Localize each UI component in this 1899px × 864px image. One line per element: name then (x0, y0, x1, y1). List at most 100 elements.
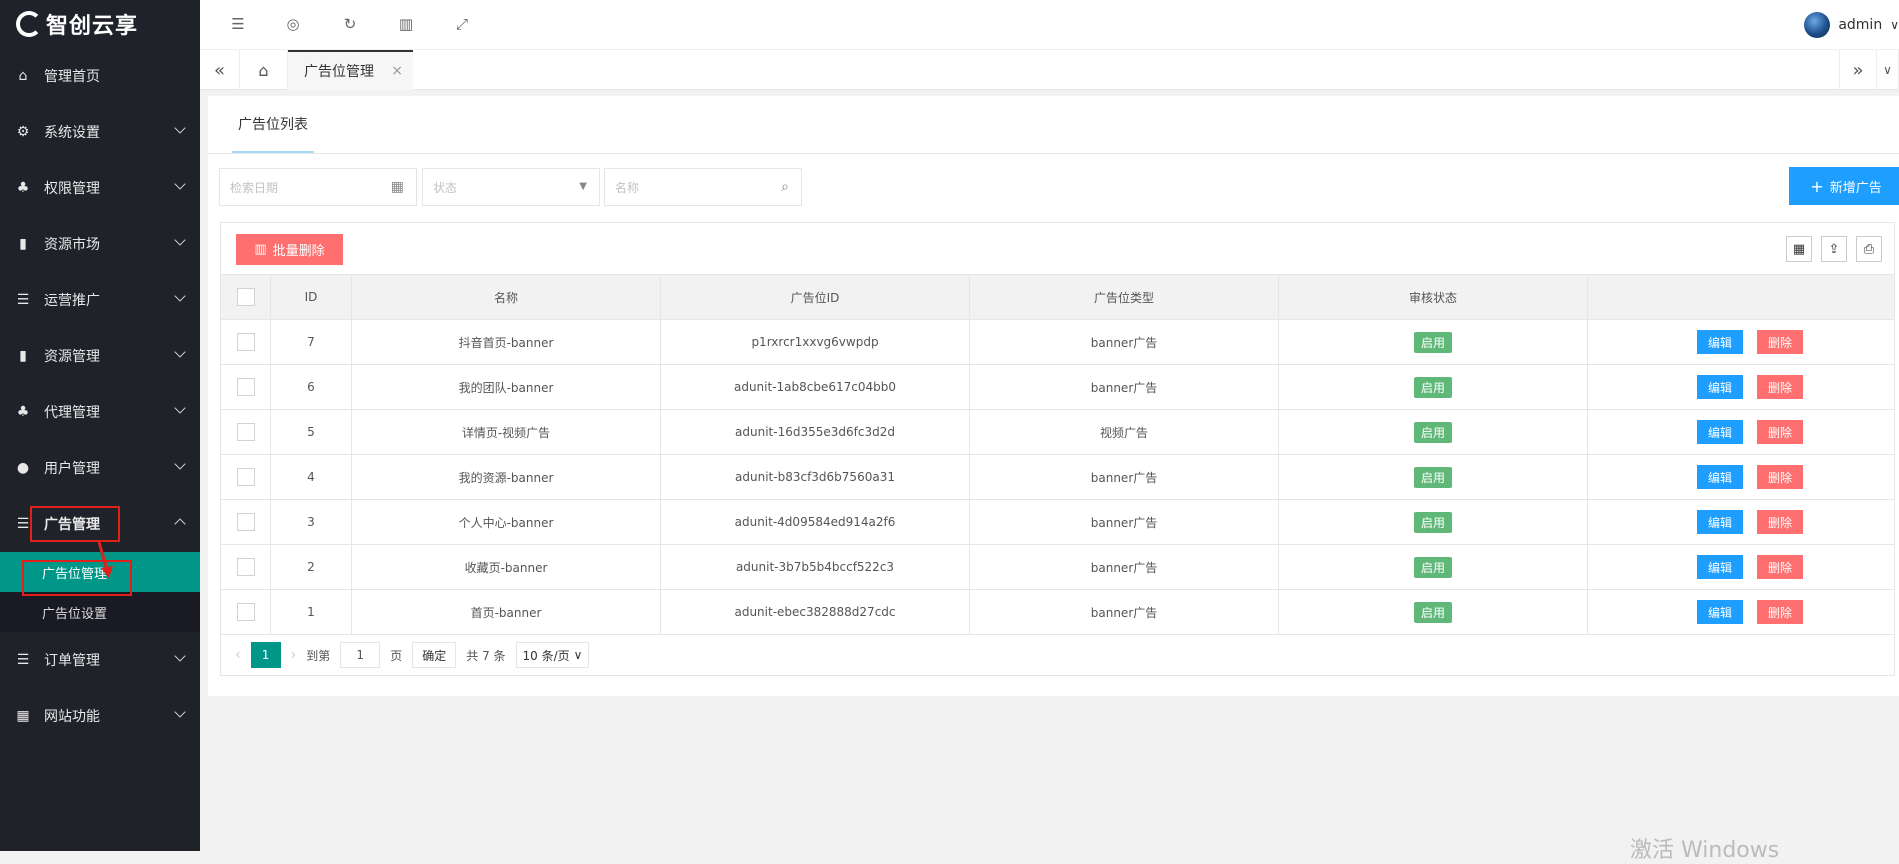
name-search-input[interactable]: 名称 ⌕ (604, 168, 802, 206)
edit-button[interactable]: 编辑 (1697, 330, 1743, 354)
table-row: 4 我的资源-banner adunit-b83cf3d6b7560a31 banne… (221, 455, 1894, 500)
cell-actions: 编辑 删除 (1588, 590, 1894, 634)
goto-confirm-button[interactable]: 确定 (412, 642, 457, 668)
prev-page-icon[interactable]: ‹ (235, 647, 241, 663)
calendar-icon: ▦ (390, 179, 404, 195)
header-name[interactable]: 名称 (352, 275, 661, 319)
trash-icon[interactable]: ▥ (396, 14, 416, 34)
avatar (1804, 12, 1831, 38)
delete-button[interactable]: 删除 (1757, 555, 1803, 579)
header-type[interactable]: 广告位类型 (970, 275, 1279, 319)
cell-status: 启用 (1279, 410, 1588, 454)
sidebar-item-resources[interactable]: ▮ 资源管理 (0, 328, 200, 384)
sidebar-item-operations[interactable]: ☰ 运营推广 (0, 272, 200, 328)
row-checkbox[interactable] (236, 513, 255, 531)
logo-icon (16, 11, 42, 37)
add-ad-button[interactable]: + 新增广告 (1789, 167, 1899, 205)
search-icon[interactable]: ⌕ (781, 179, 789, 195)
page-number-current[interactable]: 1 (250, 642, 281, 668)
goto-page-input[interactable]: 1 (340, 642, 381, 668)
status-badge: 启用 (1413, 331, 1452, 353)
page-tabs-bar: « ⌂ 广告位管理 × » ∨ (200, 50, 1899, 90)
chevron-down-icon (174, 234, 186, 246)
total-count: 共 7 条 (466, 648, 506, 663)
delete-button[interactable]: 删除 (1757, 330, 1803, 354)
next-page-icon[interactable]: › (291, 647, 297, 663)
header-status[interactable]: 审核状态 (1279, 275, 1588, 319)
cell-id: 7 (271, 320, 352, 364)
row-checkbox[interactable] (236, 603, 255, 621)
cell-status: 启用 (1279, 320, 1588, 364)
sidebar-item-resource-market[interactable]: ▮ 资源市场 (0, 216, 200, 272)
chevron-up-icon (174, 518, 186, 530)
delete-button[interactable]: 删除 (1757, 510, 1803, 534)
sitemap-icon: ♣ (16, 404, 30, 420)
refresh-icon[interactable]: ↻ (340, 14, 360, 34)
add-ad-label: 新增广告 (1829, 180, 1882, 196)
status-select[interactable]: 状态 ▼ (422, 168, 600, 206)
sidebar-item-site-features[interactable]: ▦ 网站功能 (0, 688, 200, 744)
tab-label: 广告位管理 (304, 64, 374, 80)
delete-button[interactable]: 删除 (1757, 420, 1803, 444)
print-icon[interactable]: ⎙ (1856, 236, 1882, 262)
edit-button[interactable]: 编辑 (1697, 375, 1743, 399)
close-icon[interactable]: × (391, 63, 403, 79)
select-all-checkbox[interactable] (236, 288, 255, 306)
globe-icon[interactable]: ◎ (283, 14, 303, 34)
sidebar-item-home[interactable]: ⌂ 管理首页 (0, 48, 200, 104)
sidebar-item-users[interactable]: ● 用户管理 (0, 440, 200, 496)
sidebar-item-permissions[interactable]: ♣ 权限管理 (0, 160, 200, 216)
header-actions (1588, 275, 1894, 319)
header-ad-id[interactable]: 广告位ID (661, 275, 970, 319)
fullscreen-icon[interactable]: ⤢ (452, 14, 472, 34)
brand-logo[interactable]: 智创云享 (0, 0, 200, 48)
edit-button[interactable]: 编辑 (1697, 600, 1743, 624)
sidebar-item-agents[interactable]: ♣ 代理管理 (0, 384, 200, 440)
edit-button[interactable]: 编辑 (1697, 510, 1743, 534)
row-checkbox[interactable] (236, 558, 255, 576)
username: admin (1838, 17, 1883, 33)
row-checkbox[interactable] (236, 423, 255, 441)
export-icon[interactable]: ⇪ (1821, 236, 1847, 262)
cell-id: 3 (271, 500, 352, 544)
row-select-cell (221, 365, 271, 409)
edit-button[interactable]: 编辑 (1697, 555, 1743, 579)
cell-type: banner广告 (970, 365, 1279, 409)
delete-button[interactable]: 删除 (1757, 375, 1803, 399)
home-tab-icon[interactable]: ⌂ (240, 50, 288, 90)
row-checkbox[interactable] (236, 468, 255, 486)
cell-type: 视频广告 (970, 410, 1279, 454)
edit-button[interactable]: 编辑 (1697, 465, 1743, 489)
sidebar-subitem-ad-settings[interactable]: 广告位设置 (0, 592, 200, 632)
edit-button[interactable]: 编辑 (1697, 420, 1743, 444)
columns-icon[interactable]: ▦ (1786, 236, 1812, 262)
cell-name: 收藏页-banner (352, 545, 661, 589)
tabs-scroll-right-icon[interactable]: » (1839, 50, 1877, 90)
date-search-input[interactable]: 检索日期 ▦ (219, 168, 417, 206)
sidebar-item-system-settings[interactable]: ⚙ 系统设置 (0, 104, 200, 160)
cell-ad-id: adunit-3b7b5b4bccf522c3 (661, 545, 970, 589)
delete-button[interactable]: 删除 (1757, 465, 1803, 489)
row-checkbox[interactable] (236, 378, 255, 396)
batch-delete-button[interactable]: ▥ 批量删除 (236, 234, 343, 265)
delete-button[interactable]: 删除 (1757, 600, 1803, 624)
row-select-cell (221, 545, 271, 589)
cell-status: 启用 (1279, 500, 1588, 544)
menu-collapse-icon[interactable]: ☰ (228, 14, 248, 34)
chevron-down-icon (174, 650, 186, 662)
header-id[interactable]: ID (271, 275, 352, 319)
chevron-down-icon (174, 346, 186, 358)
user-menu[interactable]: admin ∨ (1804, 12, 1899, 38)
tabs-scroll-left-icon[interactable]: « (200, 50, 240, 90)
page-size-select[interactable]: 10 条/页 ∨ (515, 642, 590, 668)
plus-icon: + (1810, 176, 1824, 196)
tab-ad-slot-management[interactable]: 广告位管理 × (288, 50, 413, 90)
cell-actions: 编辑 删除 (1588, 455, 1894, 499)
sidebar-item-orders[interactable]: ☰ 订单管理 (0, 632, 200, 688)
tabs-dropdown-icon[interactable]: ∨ (1877, 50, 1899, 90)
row-checkbox[interactable] (236, 333, 255, 351)
card-tab-title[interactable]: 广告位列表 (238, 96, 308, 152)
select-all-cell (221, 275, 271, 319)
sidebar-item-label: 订单管理 (44, 653, 100, 669)
page-unit-label: 页 (390, 648, 403, 663)
